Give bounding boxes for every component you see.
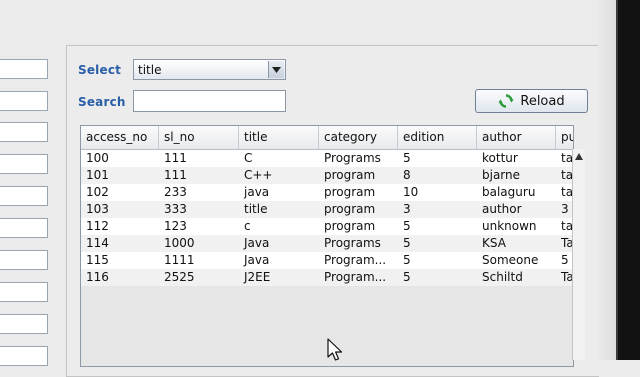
table-cell[interactable]: 102 xyxy=(81,184,159,201)
table-cell[interactable]: 5 xyxy=(398,252,477,269)
text-field[interactable] xyxy=(0,282,48,302)
table-cell[interactable]: 8 xyxy=(398,167,477,184)
table-cell[interactable]: C xyxy=(239,150,319,167)
table-cell[interactable]: 115 xyxy=(81,252,159,269)
table-cell[interactable]: Programs xyxy=(319,235,398,252)
table-row[interactable]: 100 111 C Programs 5 kottur ta xyxy=(81,150,573,167)
table-cell[interactable]: 123 xyxy=(159,218,239,235)
column-header[interactable]: author xyxy=(477,126,556,149)
search-input[interactable] xyxy=(133,90,286,112)
text-field[interactable] xyxy=(0,250,48,270)
table-cell[interactable]: program xyxy=(319,167,398,184)
table-row[interactable]: 114 1000 Java Programs 5 KSA Ta xyxy=(81,235,573,252)
table-cell[interactable]: 10 xyxy=(398,184,477,201)
text-field[interactable] xyxy=(0,346,48,366)
column-header[interactable]: edition xyxy=(398,126,477,149)
table-row[interactable]: 103 333 title program 3 author 3 xyxy=(81,201,573,218)
text-field[interactable] xyxy=(0,154,48,174)
table-cell[interactable]: 111 xyxy=(159,167,239,184)
table-cell[interactable]: KSA xyxy=(477,235,556,252)
table-cell[interactable]: 2525 xyxy=(159,269,239,286)
table-cell[interactable]: 3 xyxy=(398,201,477,218)
column-header[interactable]: title xyxy=(239,126,319,149)
table-cell[interactable]: Java xyxy=(239,235,319,252)
table-cell[interactable]: unknown xyxy=(477,218,556,235)
table-cell[interactable]: c xyxy=(239,218,319,235)
text-field[interactable] xyxy=(0,314,48,334)
table-cell[interactable]: 5 xyxy=(398,150,477,167)
arrow-up-icon[interactable] xyxy=(574,150,584,162)
left-form-fields xyxy=(0,0,60,366)
refresh-icon xyxy=(498,93,514,109)
text-field[interactable] xyxy=(0,91,48,111)
table-row[interactable]: 102 233 java program 10 balaguru ta xyxy=(81,184,573,201)
text-field[interactable] xyxy=(0,59,48,79)
table-cell[interactable]: kottur xyxy=(477,150,556,167)
column-header[interactable]: sl_no xyxy=(159,126,239,149)
table-cell[interactable]: 103 xyxy=(81,201,159,218)
table-cell[interactable]: title xyxy=(239,201,319,218)
table-cell[interactable]: 1000 xyxy=(159,235,239,252)
column-header[interactable]: access_no xyxy=(81,126,159,149)
table-cell[interactable]: 333 xyxy=(159,201,239,218)
table-cell[interactable]: 114 xyxy=(81,235,159,252)
table-cell[interactable]: 5 xyxy=(398,235,477,252)
window-edge xyxy=(598,0,616,360)
vertical-scrollbar[interactable] xyxy=(572,149,585,360)
table-cell[interactable]: balaguru xyxy=(477,184,556,201)
table-cell[interactable]: 233 xyxy=(159,184,239,201)
reload-button[interactable]: Reload xyxy=(475,89,588,113)
mouse-cursor-icon xyxy=(327,338,343,361)
table-cell[interactable]: Schiltd xyxy=(477,269,556,286)
table-cell[interactable]: Programs xyxy=(319,150,398,167)
table-cell[interactable]: C++ xyxy=(239,167,319,184)
desktop-background xyxy=(618,0,640,360)
table-cell[interactable]: Program... xyxy=(319,269,398,286)
text-field[interactable] xyxy=(0,122,48,142)
table-cell[interactable]: java xyxy=(239,184,319,201)
books-table: access_no sl_no title category edition a… xyxy=(80,125,574,367)
table-cell[interactable]: J2EE xyxy=(239,269,319,286)
table-row[interactable]: 112 123 c program 5 unknown ta xyxy=(81,218,573,235)
table-cell[interactable]: program xyxy=(319,184,398,201)
table-row[interactable]: 101 111 C++ program 8 bjarne ta xyxy=(81,167,573,184)
column-select[interactable]: title xyxy=(133,59,286,80)
table-cell[interactable]: program xyxy=(319,201,398,218)
search-label: Search xyxy=(78,95,126,109)
table-cell[interactable]: 5 xyxy=(398,269,477,286)
table-cell[interactable]: 112 xyxy=(81,218,159,235)
chevron-down-icon[interactable] xyxy=(268,61,284,78)
table-cell[interactable]: Someone xyxy=(477,252,556,269)
column-header[interactable]: category xyxy=(319,126,398,149)
column-header[interactable]: pu xyxy=(556,126,573,149)
table-cell[interactable]: 116 xyxy=(81,269,159,286)
select-value: title xyxy=(138,63,162,77)
table-cell[interactable]: bjarne xyxy=(477,167,556,184)
table-cell[interactable]: Java xyxy=(239,252,319,269)
table-row[interactable]: 115 1111 Java Program... 5 Someone 5 xyxy=(81,252,573,269)
table-cell[interactable]: author xyxy=(477,201,556,218)
select-label: Select xyxy=(78,63,122,77)
reload-label: Reload xyxy=(520,93,565,109)
table-cell[interactable]: 1111 xyxy=(159,252,239,269)
table-cell[interactable]: Program... xyxy=(319,252,398,269)
table-cell[interactable]: 100 xyxy=(81,150,159,167)
table-cell[interactable]: 5 xyxy=(398,218,477,235)
table-header: access_no sl_no title category edition a… xyxy=(81,126,573,150)
text-field[interactable] xyxy=(0,186,48,206)
table-cell[interactable]: 111 xyxy=(159,150,239,167)
table-cell[interactable]: 101 xyxy=(81,167,159,184)
table-row[interactable]: 116 2525 J2EE Program... 5 Schiltd Ta xyxy=(81,269,573,286)
table-cell[interactable]: program xyxy=(319,218,398,235)
text-field[interactable] xyxy=(0,218,48,238)
